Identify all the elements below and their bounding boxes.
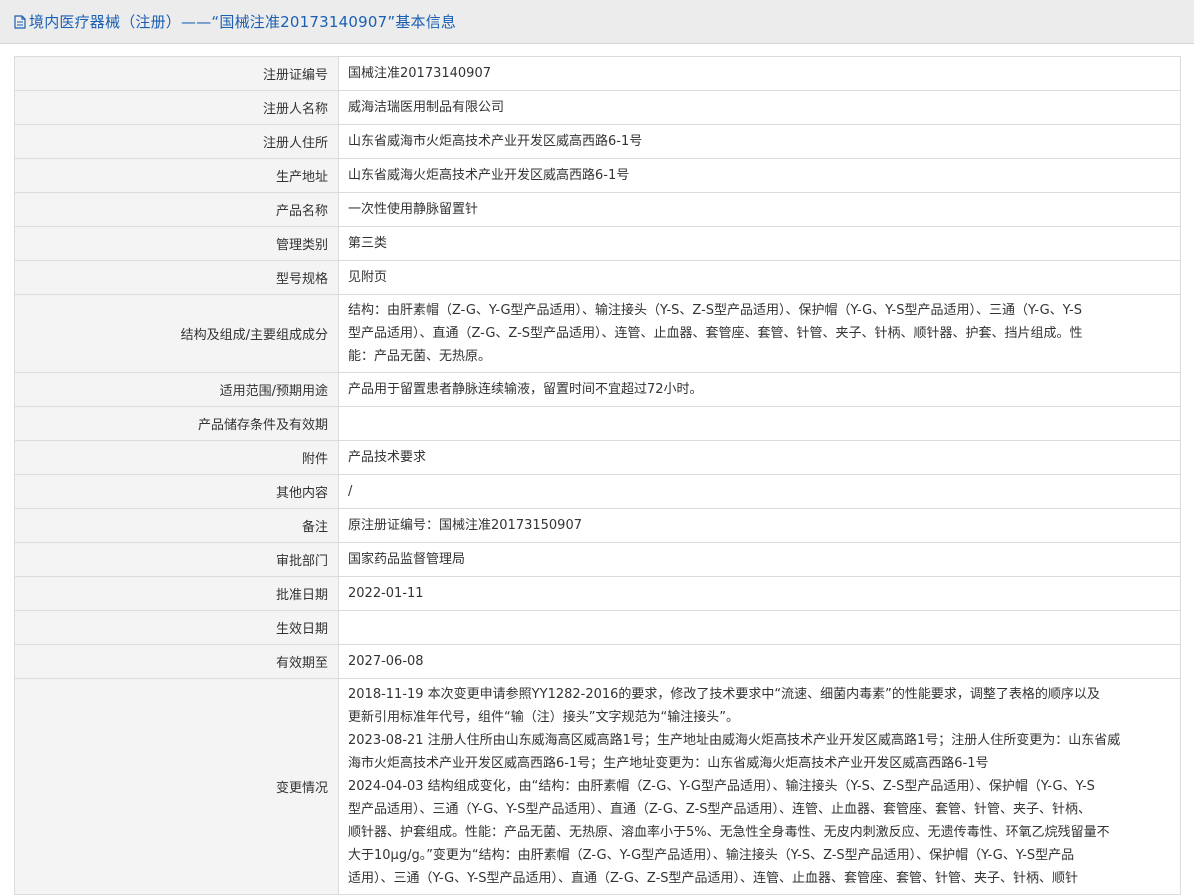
field-value: 产品技术要求 <box>338 440 1181 475</box>
table-row: 型号规格 见附页 <box>14 260 1181 295</box>
field-value: 2022-01-11 <box>338 576 1181 611</box>
device-info-table: 注册证编号 国械注准20173140907 注册人名称 威海洁瑞医用制品有限公司 注册人… <box>14 56 1181 895</box>
table-row: 批准日期 2022-01-11 <box>14 576 1181 611</box>
field-label: 批准日期 <box>14 576 339 611</box>
field-value-line: 能：产品无菌、无热原。 <box>348 349 492 364</box>
field-label: 生产地址 <box>14 158 339 193</box>
table-row: 产品名称 一次性使用静脉留置针 <box>14 192 1181 227</box>
field-value: 山东省威海市火炬高技术产业开发区威高西路6-1号 <box>338 124 1181 159</box>
field-label: 其他内容 <box>14 474 339 509</box>
field-label: 产品储存条件及有效期 <box>14 406 339 441</box>
field-value-line: 型产品适用）、直通（Z-G、Z-S型产品适用）、连管、止血器、套管座、套管、针管… <box>348 326 1083 341</box>
table-row: 适用范围/预期用途 产品用于留置患者静脉连续输液，留置时间不宜超过72小时。 <box>14 372 1181 407</box>
field-value: 2027-06-08 <box>338 644 1181 679</box>
field-value-line: 更新引用标准年代号，组件“输（注）接头”文字规范为“输注接头”。 <box>348 710 739 725</box>
table-row: 注册证编号 国械注准20173140907 <box>14 56 1181 91</box>
table-row: 有效期至 2027-06-08 <box>14 644 1181 679</box>
field-label: 产品名称 <box>14 192 339 227</box>
document-icon <box>14 14 26 29</box>
field-label: 附件 <box>14 440 339 475</box>
table-row: 产品储存条件及有效期 <box>14 406 1181 441</box>
field-value: / <box>338 474 1181 509</box>
field-value-line: 2023-08-21 注册人住所由山东威海高区威高路1号；生产地址由威海火炬高技… <box>348 733 1121 748</box>
field-label: 注册人住所 <box>14 124 339 159</box>
table-row: 管理类别 第三类 <box>14 226 1181 261</box>
field-label: 注册证编号 <box>14 56 339 91</box>
field-label: 型号规格 <box>14 260 339 295</box>
field-value: 国械注准20173140907 <box>338 56 1181 91</box>
field-value: 第三类 <box>338 226 1181 261</box>
table-row: 备注 原注册证编号：国械注准20173150907 <box>14 508 1181 543</box>
page-header: 境内医疗器械（注册）——“国械注准20173140907”基本信息 <box>0 0 1194 44</box>
field-value: 2018-11-19 本次变更申请参照YY1282-2016的要求，修改了技术要… <box>338 678 1181 895</box>
table-row: 注册人名称 威海洁瑞医用制品有限公司 <box>14 90 1181 125</box>
field-value-line: 大于10μg/g。”变更为“结构：由肝素帽（Z-G、Y-G型产品适用）、输注接头… <box>348 848 1075 863</box>
table-row: 生产地址 山东省威海火炬高技术产业开发区威高西路6-1号 <box>14 158 1181 193</box>
field-label: 有效期至 <box>14 644 339 679</box>
table-row: 结构及组成/主要组成成分 结构：由肝素帽（Z-G、Y-G型产品适用）、输注接头（Y… <box>14 294 1181 373</box>
field-label: 审批部门 <box>14 542 339 577</box>
field-label: 生效日期 <box>14 610 339 645</box>
table-row: 其他内容 / <box>14 474 1181 509</box>
field-value: 原注册证编号：国械注准20173150907 <box>338 508 1181 543</box>
table-row: 附件 产品技术要求 <box>14 440 1181 475</box>
field-value-line: 适用）、三通（Y-G、Y-S型产品适用）、直通（Z-G、Z-S型产品适用）、连管… <box>348 871 1079 886</box>
field-value: 威海洁瑞医用制品有限公司 <box>338 90 1181 125</box>
field-value-line: 2018-11-19 本次变更申请参照YY1282-2016的要求，修改了技术要… <box>348 687 1100 702</box>
field-label: 备注 <box>14 508 339 543</box>
field-value-line: 顺针器、护套组成。性能：产品无菌、无热原、溶血率小于5%、无急性全身毒性、无皮内… <box>348 825 1110 840</box>
field-value-line: 2024-04-03 结构组成变化，由“结构：由肝素帽（Z-G、Y-G型产品适用… <box>348 779 1095 794</box>
field-value: 山东省威海火炬高技术产业开发区威高西路6-1号 <box>338 158 1181 193</box>
field-label: 注册人名称 <box>14 90 339 125</box>
field-label: 结构及组成/主要组成成分 <box>14 294 339 373</box>
field-value <box>338 406 1181 441</box>
field-value: 一次性使用静脉留置针 <box>338 192 1181 227</box>
field-value: 产品用于留置患者静脉连续输液，留置时间不宜超过72小时。 <box>338 372 1181 407</box>
page-title: 境内医疗器械（注册）——“国械注准20173140907”基本信息 <box>29 13 457 31</box>
field-value: 见附页 <box>338 260 1181 295</box>
field-label: 变更情况 <box>14 678 339 895</box>
table-row: 生效日期 <box>14 610 1181 645</box>
table-row: 审批部门 国家药品监督管理局 <box>14 542 1181 577</box>
table-row: 注册人住所 山东省威海市火炬高技术产业开发区威高西路6-1号 <box>14 124 1181 159</box>
field-label: 管理类别 <box>14 226 339 261</box>
field-value-line: 海市火炬高技术产业开发区威高西路6-1号；生产地址变更为：山东省威海火炬高技术产… <box>348 756 989 771</box>
field-value <box>338 610 1181 645</box>
field-value: 结构：由肝素帽（Z-G、Y-G型产品适用）、输注接头（Y-S、Z-S型产品适用）… <box>338 294 1181 373</box>
field-value-line: 结构：由肝素帽（Z-G、Y-G型产品适用）、输注接头（Y-S、Z-S型产品适用）… <box>348 303 1082 318</box>
field-value-line: 型产品适用）、三通（Y-G、Y-S型产品适用）、直通（Z-G、Z-S型产品适用）… <box>348 802 1092 817</box>
field-label: 适用范围/预期用途 <box>14 372 339 407</box>
field-value: 国家药品监督管理局 <box>338 542 1181 577</box>
table-row: 变更情况 2018-11-19 本次变更申请参照YY1282-2016的要求，修改… <box>14 678 1181 895</box>
